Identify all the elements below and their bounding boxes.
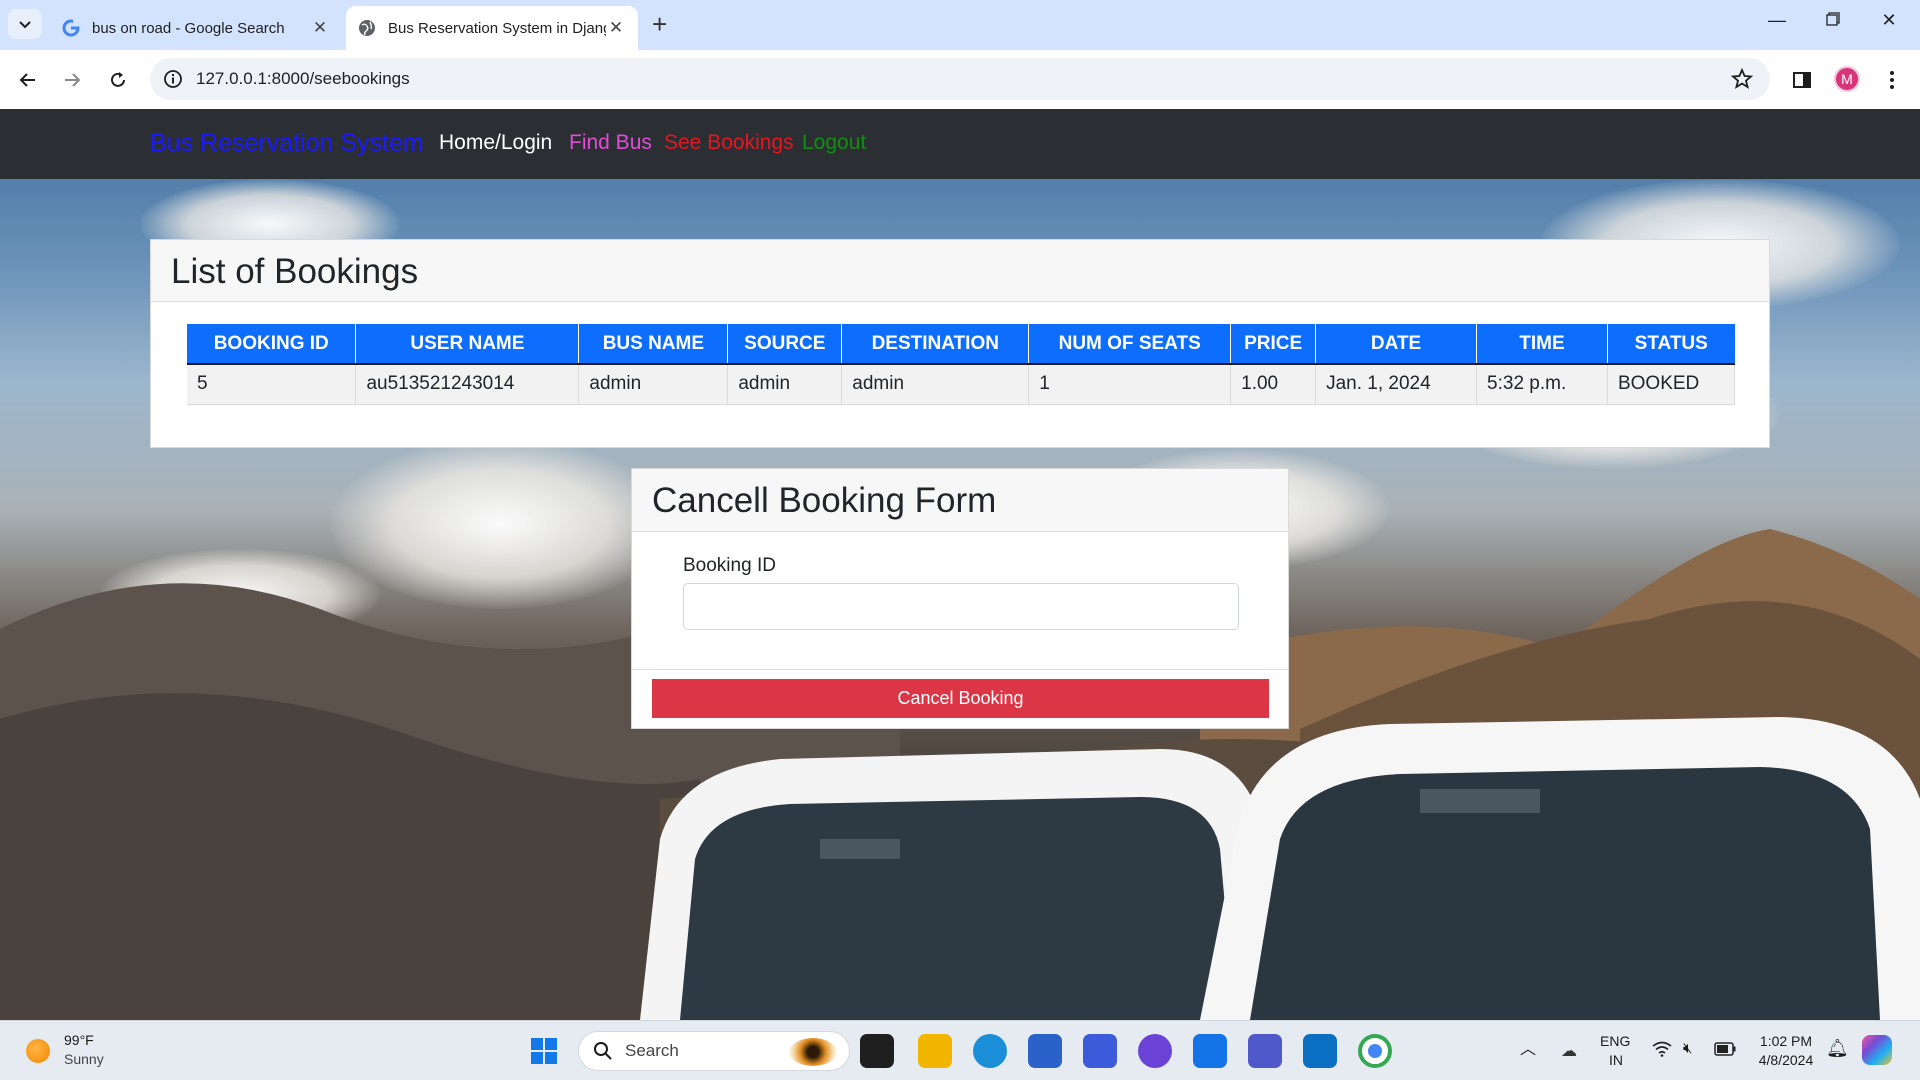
url-text: 127.0.0.1:8000/seebookings (196, 69, 410, 88)
nav-find-bus[interactable]: Find Bus (569, 131, 652, 155)
cell-status: BOOKED (1607, 364, 1736, 405)
brand-link[interactable]: Bus Reservation System (150, 129, 424, 158)
wifi-icon[interactable] (1652, 1041, 1672, 1061)
side-panel-icon[interactable] (1786, 64, 1818, 96)
taskbar-search-box[interactable]: Search (578, 1031, 850, 1071)
close-tab-icon[interactable]: ✕ (606, 18, 626, 38)
app-circle-icon[interactable] (1138, 1034, 1172, 1068)
zoom-icon[interactable] (1193, 1034, 1227, 1068)
cell-price: 1.00 (1230, 364, 1317, 405)
column-header: BUS NAME (578, 324, 729, 365)
cell-bus-name: admin (578, 364, 729, 405)
cell-user-name: au513521243014 (355, 364, 580, 405)
language-code[interactable]: ENG (1600, 1032, 1630, 1050)
onedrive-icon[interactable]: ☁ (1556, 1038, 1582, 1064)
card-divider (632, 669, 1288, 670)
restore-icon[interactable] (1818, 10, 1848, 31)
table-row: 5 au513521243014 admin admin admin 1 1.0… (187, 364, 1736, 405)
reload-icon[interactable] (102, 64, 134, 96)
copilot-icon[interactable] (1862, 1035, 1892, 1065)
task-view-icon[interactable] (860, 1034, 894, 1068)
site-info-icon[interactable] (162, 68, 184, 90)
language-region[interactable]: IN (1609, 1051, 1623, 1069)
teams-icon[interactable] (1248, 1034, 1282, 1068)
globe-icon (359, 20, 375, 36)
bookings-card: List of Bookings BOOKING ID USER NAME BU… (150, 239, 1770, 448)
tab-title: bus on road - Google Search (92, 19, 285, 37)
tab-google-search[interactable]: bus on road - Google Search ✕ (50, 6, 342, 50)
column-header: PRICE (1230, 324, 1317, 365)
column-header: SOURCE (727, 324, 843, 365)
cancel-booking-card: Cancell Booking Form Booking ID Cancel B… (631, 468, 1289, 729)
edge-browser-icon[interactable] (973, 1034, 1007, 1068)
column-header: STATUS (1607, 324, 1735, 365)
chevron-down-icon (19, 21, 31, 29)
booking-id-input[interactable] (683, 583, 1239, 630)
cell-destination: admin (841, 364, 1030, 405)
site-navbar: Bus Reservation System Home/Login Find B… (0, 109, 1920, 179)
search-highlight-icon (789, 1038, 837, 1066)
bookings-card-header: List of Bookings (151, 240, 1769, 302)
notification-bell-icon[interactable]: 🔔︎ (1826, 1039, 1849, 1057)
chevron-up-icon[interactable]: ︿ (1520, 1041, 1536, 1059)
cell-source: admin (727, 364, 843, 405)
cancel-form-title: Cancell Booking Form (652, 481, 997, 520)
profile-avatar[interactable]: M (1834, 66, 1860, 92)
menu-kebab-icon[interactable] (1876, 64, 1908, 96)
booking-id-label: Booking ID (683, 555, 776, 576)
chrome-icon[interactable] (1358, 1034, 1392, 1068)
column-header: DESTINATION (841, 324, 1030, 365)
clock-date[interactable]: 4/8/2024 (1752, 1051, 1820, 1069)
back-icon[interactable] (12, 64, 44, 96)
cell-time: 5:32 p.m. (1476, 364, 1608, 405)
close-tab-icon[interactable]: ✕ (310, 18, 330, 38)
weather-desc[interactable]: Sunny (64, 1050, 104, 1068)
column-header: BOOKING ID (187, 324, 357, 365)
close-window-icon[interactable]: ✕ (1874, 10, 1904, 31)
tab-title: Bus Reservation System in Django (388, 19, 606, 37)
cell-date: Jan. 1, 2024 (1315, 364, 1478, 405)
volume-muted-icon[interactable]: 🔇︎ (1683, 1040, 1692, 1058)
windows-taskbar: 99°F Sunny Search ︿ ☁ ENG IN 🔇︎ 1:02 PM … (0, 1020, 1920, 1080)
search-icon (594, 1042, 612, 1060)
vscode-icon[interactable] (1303, 1034, 1337, 1068)
file-explorer-icon[interactable] (918, 1034, 952, 1068)
cell-num-seats: 1 (1028, 364, 1232, 405)
bookings-table: BOOKING ID USER NAME BUS NAME SOURCE DES… (187, 324, 1736, 405)
search-placeholder: Search (625, 1041, 679, 1060)
google-icon (62, 19, 80, 37)
table-header-row: BOOKING ID USER NAME BUS NAME SOURCE DES… (187, 324, 1735, 365)
column-header: DATE (1315, 324, 1478, 365)
bookmark-star-icon[interactable] (1730, 67, 1754, 91)
weather-temp[interactable]: 99°F (64, 1031, 94, 1049)
cell-booking-id: 5 (187, 364, 357, 405)
bookings-title: List of Bookings (171, 252, 419, 291)
nav-home-login[interactable]: Home/Login (439, 131, 552, 155)
nav-logout[interactable]: Logout (802, 131, 866, 155)
sun-weather-icon[interactable] (26, 1039, 50, 1063)
tab-search-button[interactable] (8, 9, 42, 39)
page-viewport: Bus Reservation System Home/Login Find B… (0, 109, 1920, 1020)
nav-see-bookings[interactable]: See Bookings (664, 131, 794, 155)
windows-start-icon[interactable] (527, 1034, 561, 1068)
app-icon[interactable] (1083, 1034, 1117, 1068)
tab-bus-reservation[interactable]: Bus Reservation System in Django ✕ (346, 6, 638, 50)
clock-time[interactable]: 1:02 PM (1756, 1032, 1816, 1050)
minimize-icon[interactable]: — (1762, 10, 1792, 31)
microsoft-store-icon[interactable] (1028, 1034, 1062, 1068)
column-header: USER NAME (355, 324, 580, 365)
column-header: TIME (1476, 324, 1608, 365)
column-header: NUM OF SEATS (1028, 324, 1232, 365)
battery-icon[interactable] (1714, 1042, 1736, 1060)
new-tab-button[interactable]: + (652, 11, 667, 37)
address-bar[interactable]: 127.0.0.1:8000/seebookings (150, 58, 1770, 100)
browser-toolbar: 127.0.0.1:8000/seebookings M (0, 50, 1920, 109)
browser-tabstrip: bus on road - Google Search ✕ Bus Reserv… (0, 0, 1920, 50)
forward-icon[interactable] (56, 64, 88, 96)
cancel-card-header: Cancell Booking Form (632, 469, 1288, 532)
cancel-booking-button[interactable]: Cancel Booking (652, 679, 1269, 718)
